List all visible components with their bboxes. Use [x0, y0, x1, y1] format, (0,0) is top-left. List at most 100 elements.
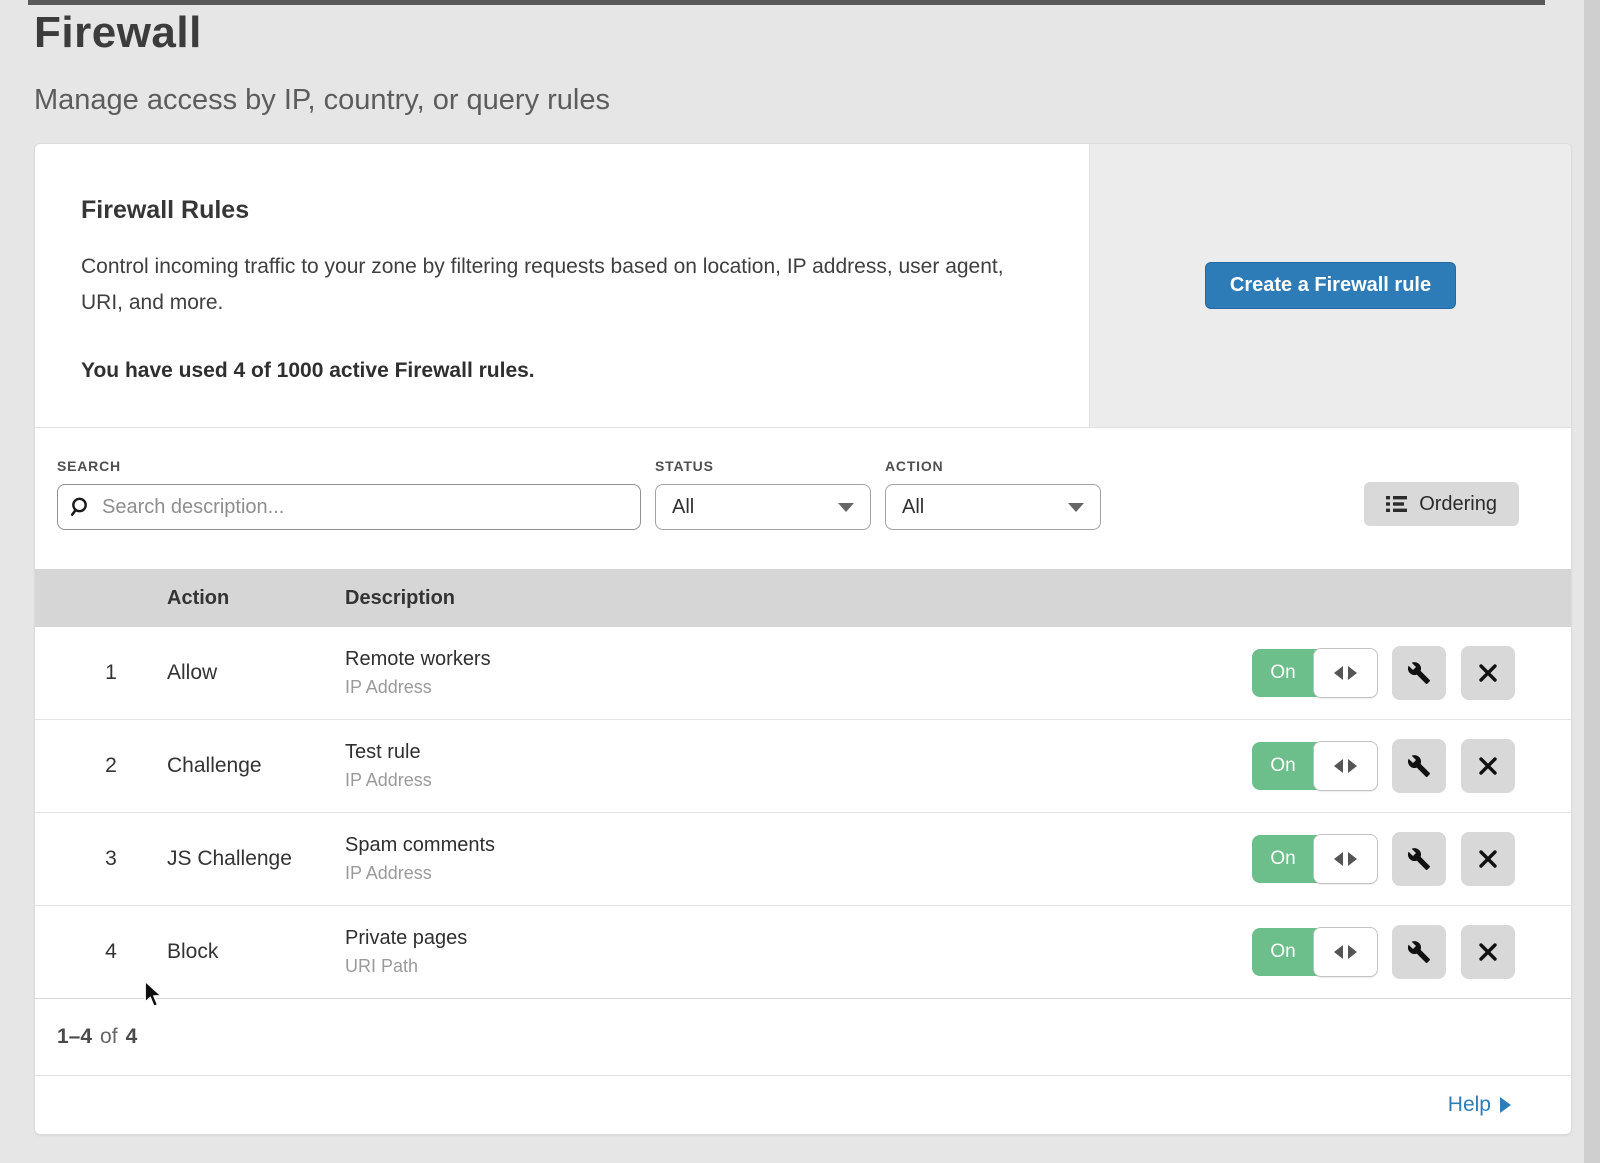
rule-description: Spam comments IP Address: [345, 834, 1252, 884]
wrench-icon: [1407, 754, 1431, 778]
rule-description-title: Private pages: [345, 927, 1252, 950]
edit-rule-button[interactable]: [1392, 925, 1446, 979]
ordering-button[interactable]: Ordering: [1364, 482, 1519, 526]
card-heading: Firewall Rules: [81, 196, 1029, 225]
action-select[interactable]: All: [885, 484, 1101, 530]
rule-action: Challenge: [167, 754, 345, 778]
rule-enabled-toggle[interactable]: On: [1252, 649, 1377, 697]
rule-priority: 4: [75, 940, 147, 964]
action-filter: ACTION All: [885, 458, 1101, 530]
pagination-total: 4: [126, 1025, 138, 1049]
action-label: ACTION: [885, 458, 1101, 474]
status-selected-value: All: [672, 496, 694, 519]
pagination-of: of: [100, 1025, 118, 1049]
intro-section: Firewall Rules Control incoming traffic …: [35, 144, 1571, 427]
ordering-button-label: Ordering: [1419, 493, 1497, 516]
rule-description-title: Spam comments: [345, 834, 1252, 857]
rule-enabled-toggle[interactable]: On: [1252, 835, 1377, 883]
delete-rule-button[interactable]: [1461, 646, 1515, 700]
rule-priority: 1: [75, 661, 147, 685]
window-top-edge: [28, 0, 1545, 5]
search-filter: SEARCH: [57, 458, 641, 530]
search-box: [57, 484, 641, 530]
rule-description: Test rule IP Address: [345, 741, 1252, 791]
create-firewall-rule-button[interactable]: Create a Firewall rule: [1205, 262, 1456, 309]
status-label: STATUS: [655, 458, 871, 474]
x-icon: [1478, 942, 1498, 962]
chevron-down-icon: [1068, 503, 1084, 512]
rule-action: Block: [167, 940, 345, 964]
pagination-range: 1–4: [57, 1025, 92, 1049]
help-link[interactable]: Help: [1448, 1093, 1511, 1117]
edit-rule-button[interactable]: [1392, 646, 1446, 700]
arrow-right-icon: [1348, 759, 1357, 773]
chevron-down-icon: [838, 503, 854, 512]
column-header-description: Description: [345, 587, 455, 610]
rule-enabled-toggle[interactable]: On: [1252, 928, 1377, 976]
firewall-rules-card: Firewall Rules Control incoming traffic …: [34, 143, 1572, 1135]
help-row: Help: [35, 1075, 1571, 1134]
wrench-icon: [1407, 847, 1431, 871]
arrow-right-icon: [1348, 666, 1357, 680]
arrow-left-icon: [1334, 945, 1343, 959]
pagination: 1–4 of 4: [35, 999, 1571, 1075]
rule-match-type: IP Address: [345, 677, 1252, 698]
arrow-right-icon: [1348, 852, 1357, 866]
window-right-gutter: [1584, 0, 1600, 1163]
table-header: Action Description: [35, 569, 1571, 627]
rule-priority: 3: [75, 847, 147, 871]
edit-rule-button[interactable]: [1392, 739, 1446, 793]
rule-description-title: Remote workers: [345, 648, 1252, 671]
toggle-handle[interactable]: [1313, 741, 1378, 791]
toggle-handle[interactable]: [1313, 834, 1378, 884]
ordered-list-icon: [1386, 494, 1407, 514]
table-row: 2 Challenge Test rule IP Address On: [35, 720, 1571, 813]
rule-action: JS Challenge: [167, 847, 345, 871]
arrow-right-icon: [1348, 945, 1357, 959]
rule-controls: On: [1252, 832, 1571, 886]
rule-priority: 2: [75, 754, 147, 778]
edit-rule-button[interactable]: [1392, 832, 1446, 886]
x-icon: [1478, 849, 1498, 869]
rule-description-title: Test rule: [345, 741, 1252, 764]
wrench-icon: [1407, 661, 1431, 685]
delete-rule-button[interactable]: [1461, 925, 1515, 979]
create-rule-panel: Create a Firewall rule: [1089, 144, 1571, 427]
rule-controls: On: [1252, 646, 1571, 700]
rule-description: Remote workers IP Address: [345, 648, 1252, 698]
intro-text-panel: Firewall Rules Control incoming traffic …: [35, 144, 1089, 427]
delete-rule-button[interactable]: [1461, 832, 1515, 886]
search-input[interactable]: [102, 496, 628, 519]
page-header: Firewall Manage access by IP, country, o…: [34, 8, 610, 117]
rule-description: Private pages URI Path: [345, 927, 1252, 977]
rule-match-type: IP Address: [345, 770, 1252, 791]
page-subtitle: Manage access by IP, country, or query r…: [34, 84, 610, 117]
status-select[interactable]: All: [655, 484, 871, 530]
wrench-icon: [1407, 940, 1431, 964]
toggle-handle[interactable]: [1313, 648, 1378, 698]
rule-enabled-toggle[interactable]: On: [1252, 742, 1377, 790]
table-row: 4 Block Private pages URI Path On: [35, 906, 1571, 999]
status-filter: STATUS All: [655, 458, 871, 530]
toggle-on-label: On: [1252, 835, 1314, 883]
delete-rule-button[interactable]: [1461, 739, 1515, 793]
rule-controls: On: [1252, 925, 1571, 979]
rule-controls: On: [1252, 739, 1571, 793]
toggle-on-label: On: [1252, 928, 1314, 976]
arrow-left-icon: [1334, 759, 1343, 773]
search-icon: [70, 496, 92, 518]
toggle-on-label: On: [1252, 649, 1314, 697]
column-header-action: Action: [167, 587, 345, 610]
arrow-left-icon: [1334, 666, 1343, 680]
page-title: Firewall: [34, 8, 610, 58]
toggle-on-label: On: [1252, 742, 1314, 790]
rule-action: Allow: [167, 661, 345, 685]
toggle-handle[interactable]: [1313, 927, 1378, 977]
x-icon: [1478, 756, 1498, 776]
search-label: SEARCH: [57, 458, 641, 474]
rule-match-type: IP Address: [345, 863, 1252, 884]
filters-section: SEARCH STATUS All ACTION All: [35, 427, 1571, 569]
action-selected-value: All: [902, 496, 924, 519]
card-description: Control incoming traffic to your zone by…: [81, 249, 1029, 321]
help-link-label: Help: [1448, 1093, 1491, 1117]
